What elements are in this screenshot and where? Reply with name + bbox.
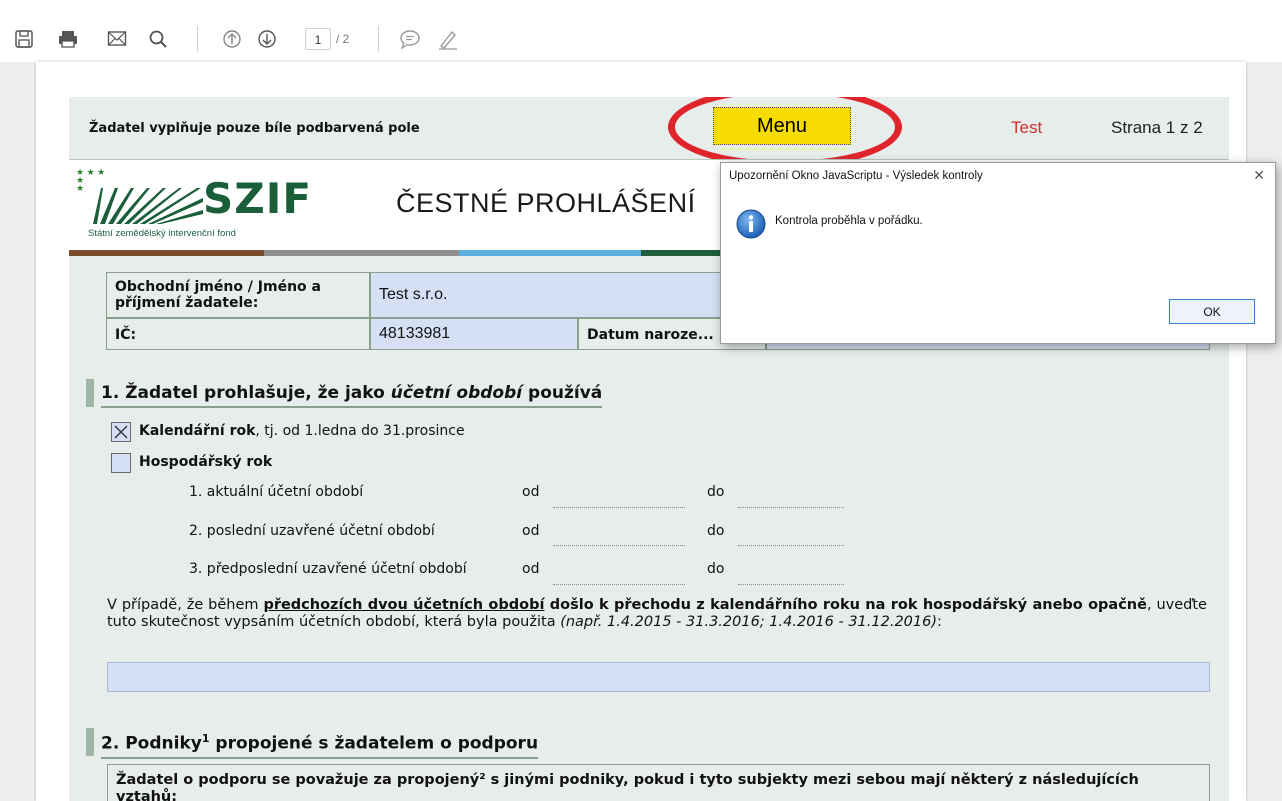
- fiscal-year-label: Hospodářský rok: [139, 454, 273, 470]
- from-label: od: [522, 561, 540, 577]
- periods-input[interactable]: [107, 662, 1210, 692]
- sign-icon[interactable]: [436, 27, 460, 51]
- form-title: ČESTNÉ PROHLÁŠENÍ: [396, 188, 696, 218]
- section-2-title: 2. Podniky1 propojené s žadatelem o podp…: [101, 732, 539, 759]
- logo-wordmark: SZIF: [203, 174, 313, 223]
- period-label: 2. poslední uzavřené účetní období: [189, 523, 435, 539]
- page-number-input[interactable]: 1: [305, 28, 331, 50]
- period-1-from-field[interactable]: [553, 507, 685, 508]
- mail-icon[interactable]: [105, 27, 129, 51]
- javascript-alert-dialog: Upozornění Okno JavaScriptu - Výsledek k…: [720, 162, 1276, 344]
- color-bar-gray: [264, 250, 459, 256]
- calendar-year-checkbox[interactable]: [111, 422, 131, 442]
- period-label: 3. předposlední uzavřené účetní období: [189, 561, 467, 577]
- szif-logo: ★ ★ ★ ★ ★ SZIF Státní zemědělský intervenč…: [69, 160, 313, 250]
- page-total: / 2: [336, 32, 350, 46]
- test-label: Test: [1011, 118, 1043, 137]
- check-x-icon: [114, 425, 128, 439]
- toolbar-divider: [197, 26, 198, 52]
- color-bar-blue: [459, 250, 641, 256]
- comment-icon[interactable]: [398, 27, 422, 51]
- fiscal-year-checkbox[interactable]: [111, 453, 131, 473]
- period-2-to-field[interactable]: [738, 545, 844, 546]
- save-icon[interactable]: [12, 27, 36, 51]
- fill-instruction: Žadatel vyplňuje pouze bíle podbarvená p…: [89, 121, 420, 136]
- page-indicator: Strana 1 z 2: [1111, 118, 1203, 137]
- period-label: 1. aktuální účetní období: [189, 484, 364, 500]
- section-1-title: 1. Žadatel prohlašuje, že jako účetní ob…: [101, 383, 603, 408]
- ico-field[interactable]: 48133981: [370, 318, 578, 350]
- section-2-text: Žadatel o podporu se považuje za propoje…: [107, 764, 1210, 801]
- search-icon[interactable]: [146, 27, 170, 51]
- dialog-message: Kontrola proběhla v pořádku.: [775, 215, 923, 227]
- from-label: od: [522, 484, 540, 500]
- field-icon: [93, 188, 203, 224]
- name-label: Obchodní jméno / Jméno a příjmení žadate…: [106, 272, 370, 318]
- period-1-to-field[interactable]: [738, 507, 844, 508]
- pdf-toolbar: 1 / 2: [0, 0, 1282, 62]
- to-label: do: [707, 484, 725, 500]
- print-icon[interactable]: [56, 27, 80, 51]
- form-header: Žadatel vyplňuje pouze bíle podbarvená p…: [69, 97, 1229, 159]
- dialog-title: Upozornění Okno JavaScriptu - Výsledek k…: [729, 170, 983, 182]
- calendar-year-label: Kalendářní rok, tj. od 1.ledna do 31.pro…: [139, 423, 465, 439]
- color-bar-brown: [69, 250, 264, 256]
- period-3-from-field[interactable]: [553, 584, 685, 585]
- to-label: do: [707, 523, 725, 539]
- info-icon: [736, 209, 766, 244]
- page-up-icon[interactable]: [220, 27, 244, 51]
- transition-paragraph: V případě, že během předchozích dvou úče…: [107, 597, 1207, 630]
- ico-label: IČ:: [106, 318, 370, 350]
- to-label: do: [707, 561, 725, 577]
- section-marker: [86, 379, 94, 407]
- from-label: od: [522, 523, 540, 539]
- toolbar-divider: [378, 26, 379, 52]
- period-2-from-field[interactable]: [553, 545, 685, 546]
- ok-button[interactable]: OK: [1169, 299, 1255, 324]
- page-down-icon[interactable]: [255, 27, 279, 51]
- section-marker: [86, 728, 94, 756]
- period-3-to-field[interactable]: [738, 584, 844, 585]
- close-icon[interactable]: ✕: [1253, 167, 1265, 184]
- logo-subtitle: Státní zemědělský intervenční fond: [88, 228, 236, 239]
